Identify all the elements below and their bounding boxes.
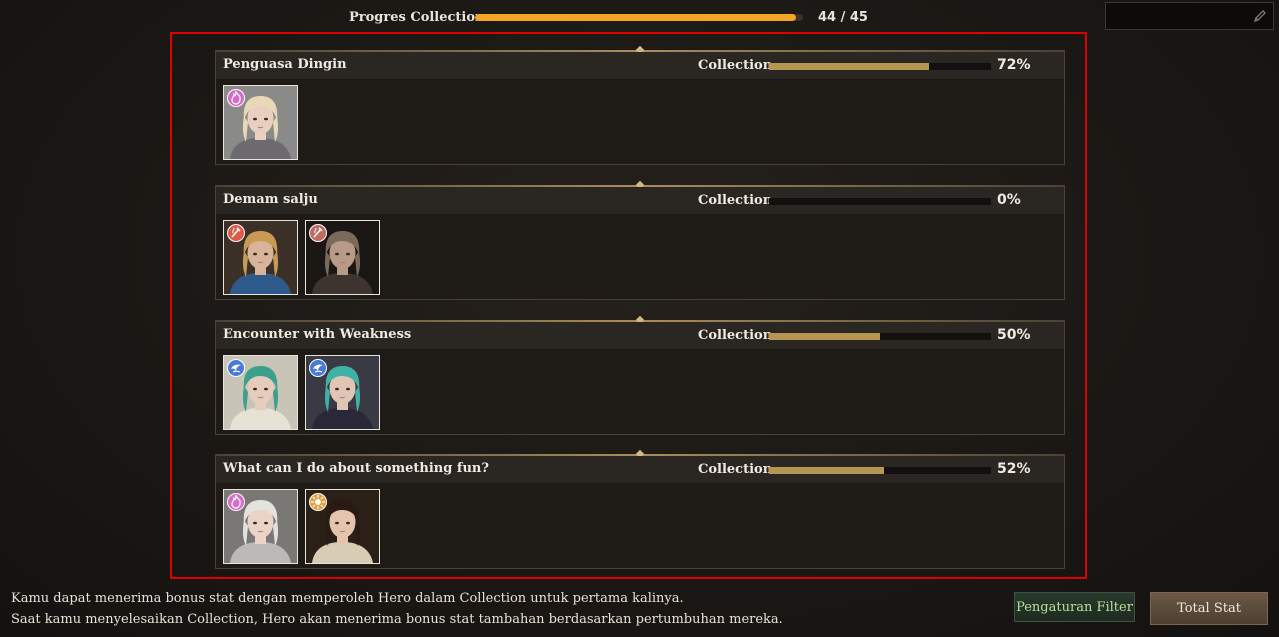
hero-portrait-card[interactable] [305,220,380,295]
fire-element-icon [227,89,245,107]
collection-title: Encounter with Weakness [223,327,412,342]
flame-blade-element-icon [309,224,327,242]
hero-portrait-card[interactable] [305,489,380,564]
collection-title: Penguasa Dingin [223,57,347,72]
search-box[interactable] [1105,2,1274,30]
hero-portrait-card[interactable] [223,489,298,564]
collection-progress-caption: Collection [698,193,773,208]
hero-portrait-card[interactable] [223,355,298,430]
search-input[interactable] [1106,3,1273,29]
collection-percent: 72% [997,57,1031,73]
flame-blade-element-icon [227,224,245,242]
collection-progress-track [769,333,991,340]
collection-card-header: Penguasa Dingin Collection 72% [216,52,1064,80]
pencil-icon [1254,10,1266,22]
hero-list [223,355,380,430]
collection-percent: 52% [997,461,1031,477]
collection-card-header: Encounter with Weakness Collection 50% [216,322,1064,350]
collection-progress-count: 44 / 45 [818,9,868,25]
hero-list [223,220,380,295]
collection-progress-caption: Collection [698,58,773,73]
hero-portrait-card[interactable] [223,85,298,160]
footer-info-line-1: Kamu dapat menerima bonus stat dengan me… [11,591,684,606]
fire-element-icon [227,493,245,511]
hero-list [223,489,380,564]
collection-card: Demam salju Collection 0% [215,180,1065,300]
collection-percent: 50% [997,327,1031,343]
collection-card-header: Demam salju Collection 0% [216,187,1064,215]
collection-progress-fill [769,467,885,474]
collection-card: Penguasa Dingin Collection 72% [215,45,1065,165]
collection-progress-bar [475,13,803,21]
footer-info-line-2: Saat kamu menyelesaikan Collection, Hero… [11,612,783,627]
light-element-icon [309,493,327,511]
hero-portrait-card[interactable] [305,355,380,430]
collection-percent: 0% [997,192,1021,208]
total-stat-button[interactable]: Total Stat [1150,592,1268,625]
water-element-icon [227,359,245,377]
footer-info: Kamu dapat menerima bonus stat dengan me… [11,588,783,630]
hero-portrait-card[interactable] [223,220,298,295]
collection-card: Encounter with Weakness Collection 50% [215,315,1065,435]
collection-title: Demam salju [223,192,318,207]
collection-progress-caption: Collection [698,462,773,477]
collection-progress: Progres Collection 44 / 45 [349,6,869,28]
collection-card-header: What can I do about something fun? Collec… [216,456,1064,484]
collection-card: What can I do about something fun? Collec… [215,449,1065,569]
collection-progress-track [769,63,991,70]
collection-progress-track [769,198,991,205]
water-element-icon [309,359,327,377]
hero-list [223,85,298,160]
collection-title: What can I do about something fun? [223,461,489,476]
collection-progress-track [769,467,991,474]
collection-progress-caption: Collection [698,328,773,343]
collection-progress-fill [769,333,880,340]
filter-settings-button[interactable]: Pengaturan Filter [1014,592,1135,622]
collection-progress-fill [475,13,796,21]
collection-progress-fill [769,63,929,70]
collection-progress-label: Progres Collection [349,9,485,25]
